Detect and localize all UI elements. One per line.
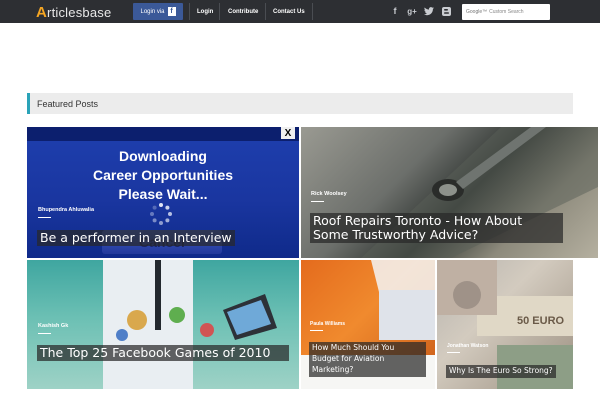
- featured-posts-heading: Featured Posts: [27, 93, 573, 114]
- author-underline: [311, 201, 324, 202]
- author-underline: [310, 330, 323, 331]
- nav-divider: [265, 3, 266, 20]
- loading-spinner-icon: [149, 202, 173, 226]
- post-author[interactable]: Jonathan Watson: [447, 343, 488, 349]
- post-title[interactable]: Be a performer in an Interview: [37, 230, 235, 246]
- featured-posts-title: Featured Posts: [37, 98, 99, 109]
- login-via-label: Login via: [140, 8, 165, 15]
- nav-contribute-link[interactable]: Contribute: [228, 0, 258, 23]
- featured-post-tile[interactable]: Kashish Gk The Top 25 Facebook Games of …: [27, 260, 299, 389]
- post-author[interactable]: Kashish Gk: [38, 323, 68, 329]
- facebook-icon: f: [167, 7, 176, 16]
- post-title[interactable]: Roof Repairs Toronto - How About Some Tr…: [310, 213, 563, 243]
- overlay-line: Career Opportunities: [92, 167, 234, 183]
- featured-post-tile[interactable]: Paula Williams How Much Should You Budge…: [301, 260, 435, 389]
- blogger-icon[interactable]: [440, 5, 452, 17]
- top-navbar: Articlesbase Login via f Login Contribut…: [0, 0, 600, 23]
- post-title[interactable]: Why Is The Euro So Strong?: [446, 365, 556, 378]
- featured-post-tile[interactable]: Rick Woolsey Roof Repairs Toronto - How …: [301, 127, 598, 258]
- overlay-line: Downloading: [119, 148, 207, 164]
- download-overlay-text: Downloading Career Opportunities Please …: [27, 147, 299, 204]
- site-logo[interactable]: Articlesbase: [36, 3, 112, 21]
- nav-contact-link[interactable]: Contact Us: [273, 0, 305, 23]
- logo-text: rticlesbase: [47, 4, 112, 20]
- login-via-facebook-button[interactable]: Login via f: [133, 3, 183, 20]
- logo-mark: A: [36, 3, 48, 21]
- author-underline: [38, 217, 51, 218]
- search-input[interactable]: Google™ Custom Search: [462, 4, 550, 20]
- post-title[interactable]: How Much Should You Budget for Aviation …: [309, 342, 426, 377]
- banknote-label: 50 EURO: [517, 315, 565, 327]
- facebook-icon[interactable]: f: [389, 5, 401, 17]
- twitter-icon[interactable]: [423, 5, 435, 17]
- author-underline: [38, 333, 51, 334]
- featured-post-tile[interactable]: X Downloading Career Opportunities Pleas…: [27, 127, 299, 258]
- post-author[interactable]: Rick Woolsey: [311, 191, 347, 197]
- featured-post-tile[interactable]: 50 EURO Jonathan Watson Why Is The Euro …: [437, 260, 573, 389]
- nav-login-link[interactable]: Login: [197, 0, 213, 23]
- close-icon[interactable]: X: [281, 127, 295, 139]
- post-author[interactable]: Bhupendra Ahluwalia: [38, 207, 94, 213]
- nav-divider: [312, 3, 313, 20]
- nav-divider: [219, 3, 220, 20]
- author-underline: [447, 352, 460, 353]
- overlay-title-bar: [27, 127, 299, 141]
- search-placeholder: Custom Search: [489, 9, 524, 15]
- google-plus-icon[interactable]: g+: [406, 5, 418, 17]
- nav-divider: [189, 3, 190, 20]
- post-author[interactable]: Paula Williams: [310, 321, 345, 327]
- post-title[interactable]: The Top 25 Facebook Games of 2010: [37, 345, 289, 361]
- google-brand-label: Google™: [466, 9, 488, 15]
